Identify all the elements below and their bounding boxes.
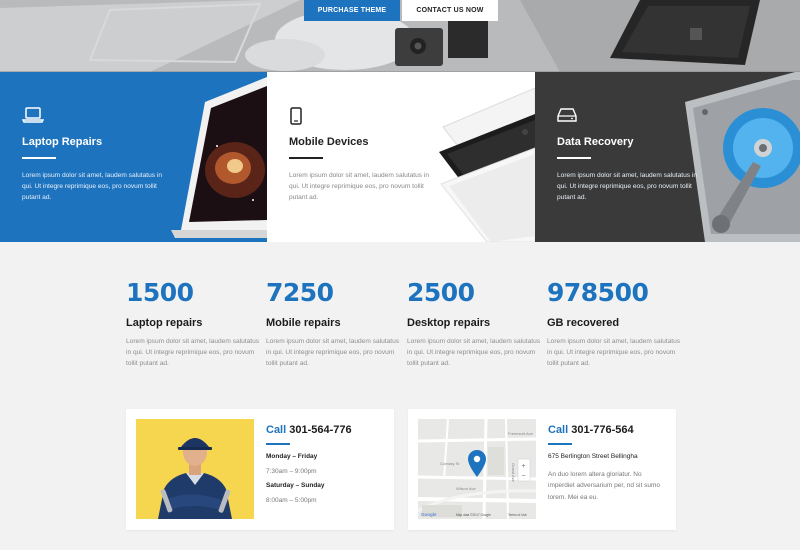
service-title: Mobile Devices <box>289 136 369 148</box>
service-panel-mobile[interactable]: Mobile Devices Lorem ipsum dolor sit ame… <box>267 72 535 242</box>
service-title: Data Recovery <box>557 136 634 148</box>
stat-number: 2500 <box>407 278 475 307</box>
stat-description: Lorem ipsum dolor sit amet, laudem salut… <box>266 338 400 367</box>
stat-label: Laptop repairs <box>126 317 203 329</box>
phone-number[interactable]: 301-776-564 <box>571 424 633 436</box>
map-zoom-in[interactable]: + <box>522 463 526 470</box>
map-terms-link[interactable]: Terms of Use <box>508 513 527 517</box>
hero-banner: PURCHASE THEME CONTACT US NOW <box>0 0 800 72</box>
map-street-label: Grand Ave <box>511 463 516 483</box>
purchase-theme-button[interactable]: PURCHASE THEME <box>304 0 400 21</box>
service-panel-laptop[interactable]: Laptop Repairs Lorem ipsum dolor sit ame… <box>0 72 267 242</box>
service-panel-data[interactable]: Data Recovery Lorem ipsum dolor sit amet… <box>535 72 800 242</box>
hard-drive-illustration <box>685 72 800 242</box>
service-description: Lorem ipsum dolor sit amet, laudem salut… <box>557 172 697 201</box>
stat-gb-recovered: 978500 GB recovered Lorem ipsum dolor si… <box>547 278 682 369</box>
address: 675 Berlington Street Bellingha <box>548 453 638 460</box>
mobile-icon <box>290 107 302 125</box>
google-logo: Google <box>421 512 437 517</box>
call-divider <box>548 443 572 445</box>
call-divider <box>266 443 290 445</box>
weekday-label: Monday – Friday <box>266 453 318 460</box>
weekend-label: Saturday – Sunday <box>266 482 325 490</box>
map-street-label: Freemont Ave <box>508 431 534 436</box>
service-description: Lorem ipsum dolor sit amet, laudem salut… <box>289 172 429 201</box>
location-info: 675 Berlington Street Bellingha An duo l… <box>548 450 668 503</box>
phone-number[interactable]: 301-564-776 <box>289 424 351 436</box>
contact-us-button[interactable]: CONTACT US NOW <box>402 0 498 21</box>
call-label: Call <box>548 424 569 436</box>
stat-laptop-repairs: 1500 Laptop repairs Lorem ipsum dolor si… <box>126 278 261 369</box>
location-map[interactable]: Freemont Ave Conway St Wilson Ave Grand … <box>418 419 536 519</box>
map-street-label: Wilson Ave <box>456 486 476 491</box>
stat-mobile-repairs: 7250 Mobile repairs Lorem ipsum dolor si… <box>266 278 401 369</box>
stat-label: Desktop repairs <box>407 317 491 329</box>
contact-card-location: Freemont Ave Conway St Wilson Ave Grand … <box>408 409 676 530</box>
map-credit: Map data ©2017 Google <box>456 513 491 517</box>
service-description: Lorem ipsum dolor sit amet, laudem salut… <box>22 172 162 201</box>
stat-desktop-repairs: 2500 Desktop repairs Lorem ipsum dolor s… <box>407 278 542 369</box>
technician-photo <box>136 419 254 519</box>
stat-label: Mobile repairs <box>266 317 341 329</box>
location-description: An duo lorem altera gloriatur. No imperd… <box>548 471 660 501</box>
stat-number: 1500 <box>126 278 194 307</box>
title-divider <box>557 157 591 159</box>
stat-label: GB recovered <box>547 317 620 329</box>
map-street-label: Conway St <box>440 461 460 466</box>
contact-card-hours: Call 301-564-776 Monday – Friday 7:30am … <box>126 409 394 530</box>
service-title: Laptop Repairs <box>22 136 103 148</box>
tablets-illustration <box>439 87 535 242</box>
laptop-illustration <box>171 77 267 238</box>
map-zoom-out[interactable]: − <box>522 473 526 480</box>
stat-number: 7250 <box>266 278 334 307</box>
hard-drive-icon <box>557 108 577 122</box>
stat-number: 978500 <box>547 278 649 307</box>
title-divider <box>289 157 323 159</box>
call-phone-line[interactable]: Call 301-564-776 <box>266 424 352 436</box>
title-divider <box>22 157 56 159</box>
call-label: Call <box>266 424 287 436</box>
stat-description: Lorem ipsum dolor sit amet, laudem salut… <box>547 338 681 367</box>
stat-description: Lorem ipsum dolor sit amet, laudem salut… <box>126 338 260 367</box>
weekend-hours: 8:00am – 5:00pm <box>266 496 317 504</box>
laptop-icon <box>22 107 44 123</box>
opening-hours: Monday – Friday 7:30am – 9:00pm Saturday… <box>266 450 386 508</box>
weekday-hours: 7:30am – 9:00pm <box>266 467 317 475</box>
workbench-photo <box>0 0 800 72</box>
stat-description: Lorem ipsum dolor sit amet, laudem salut… <box>407 338 541 367</box>
call-phone-line[interactable]: Call 301-776-564 <box>548 424 634 436</box>
